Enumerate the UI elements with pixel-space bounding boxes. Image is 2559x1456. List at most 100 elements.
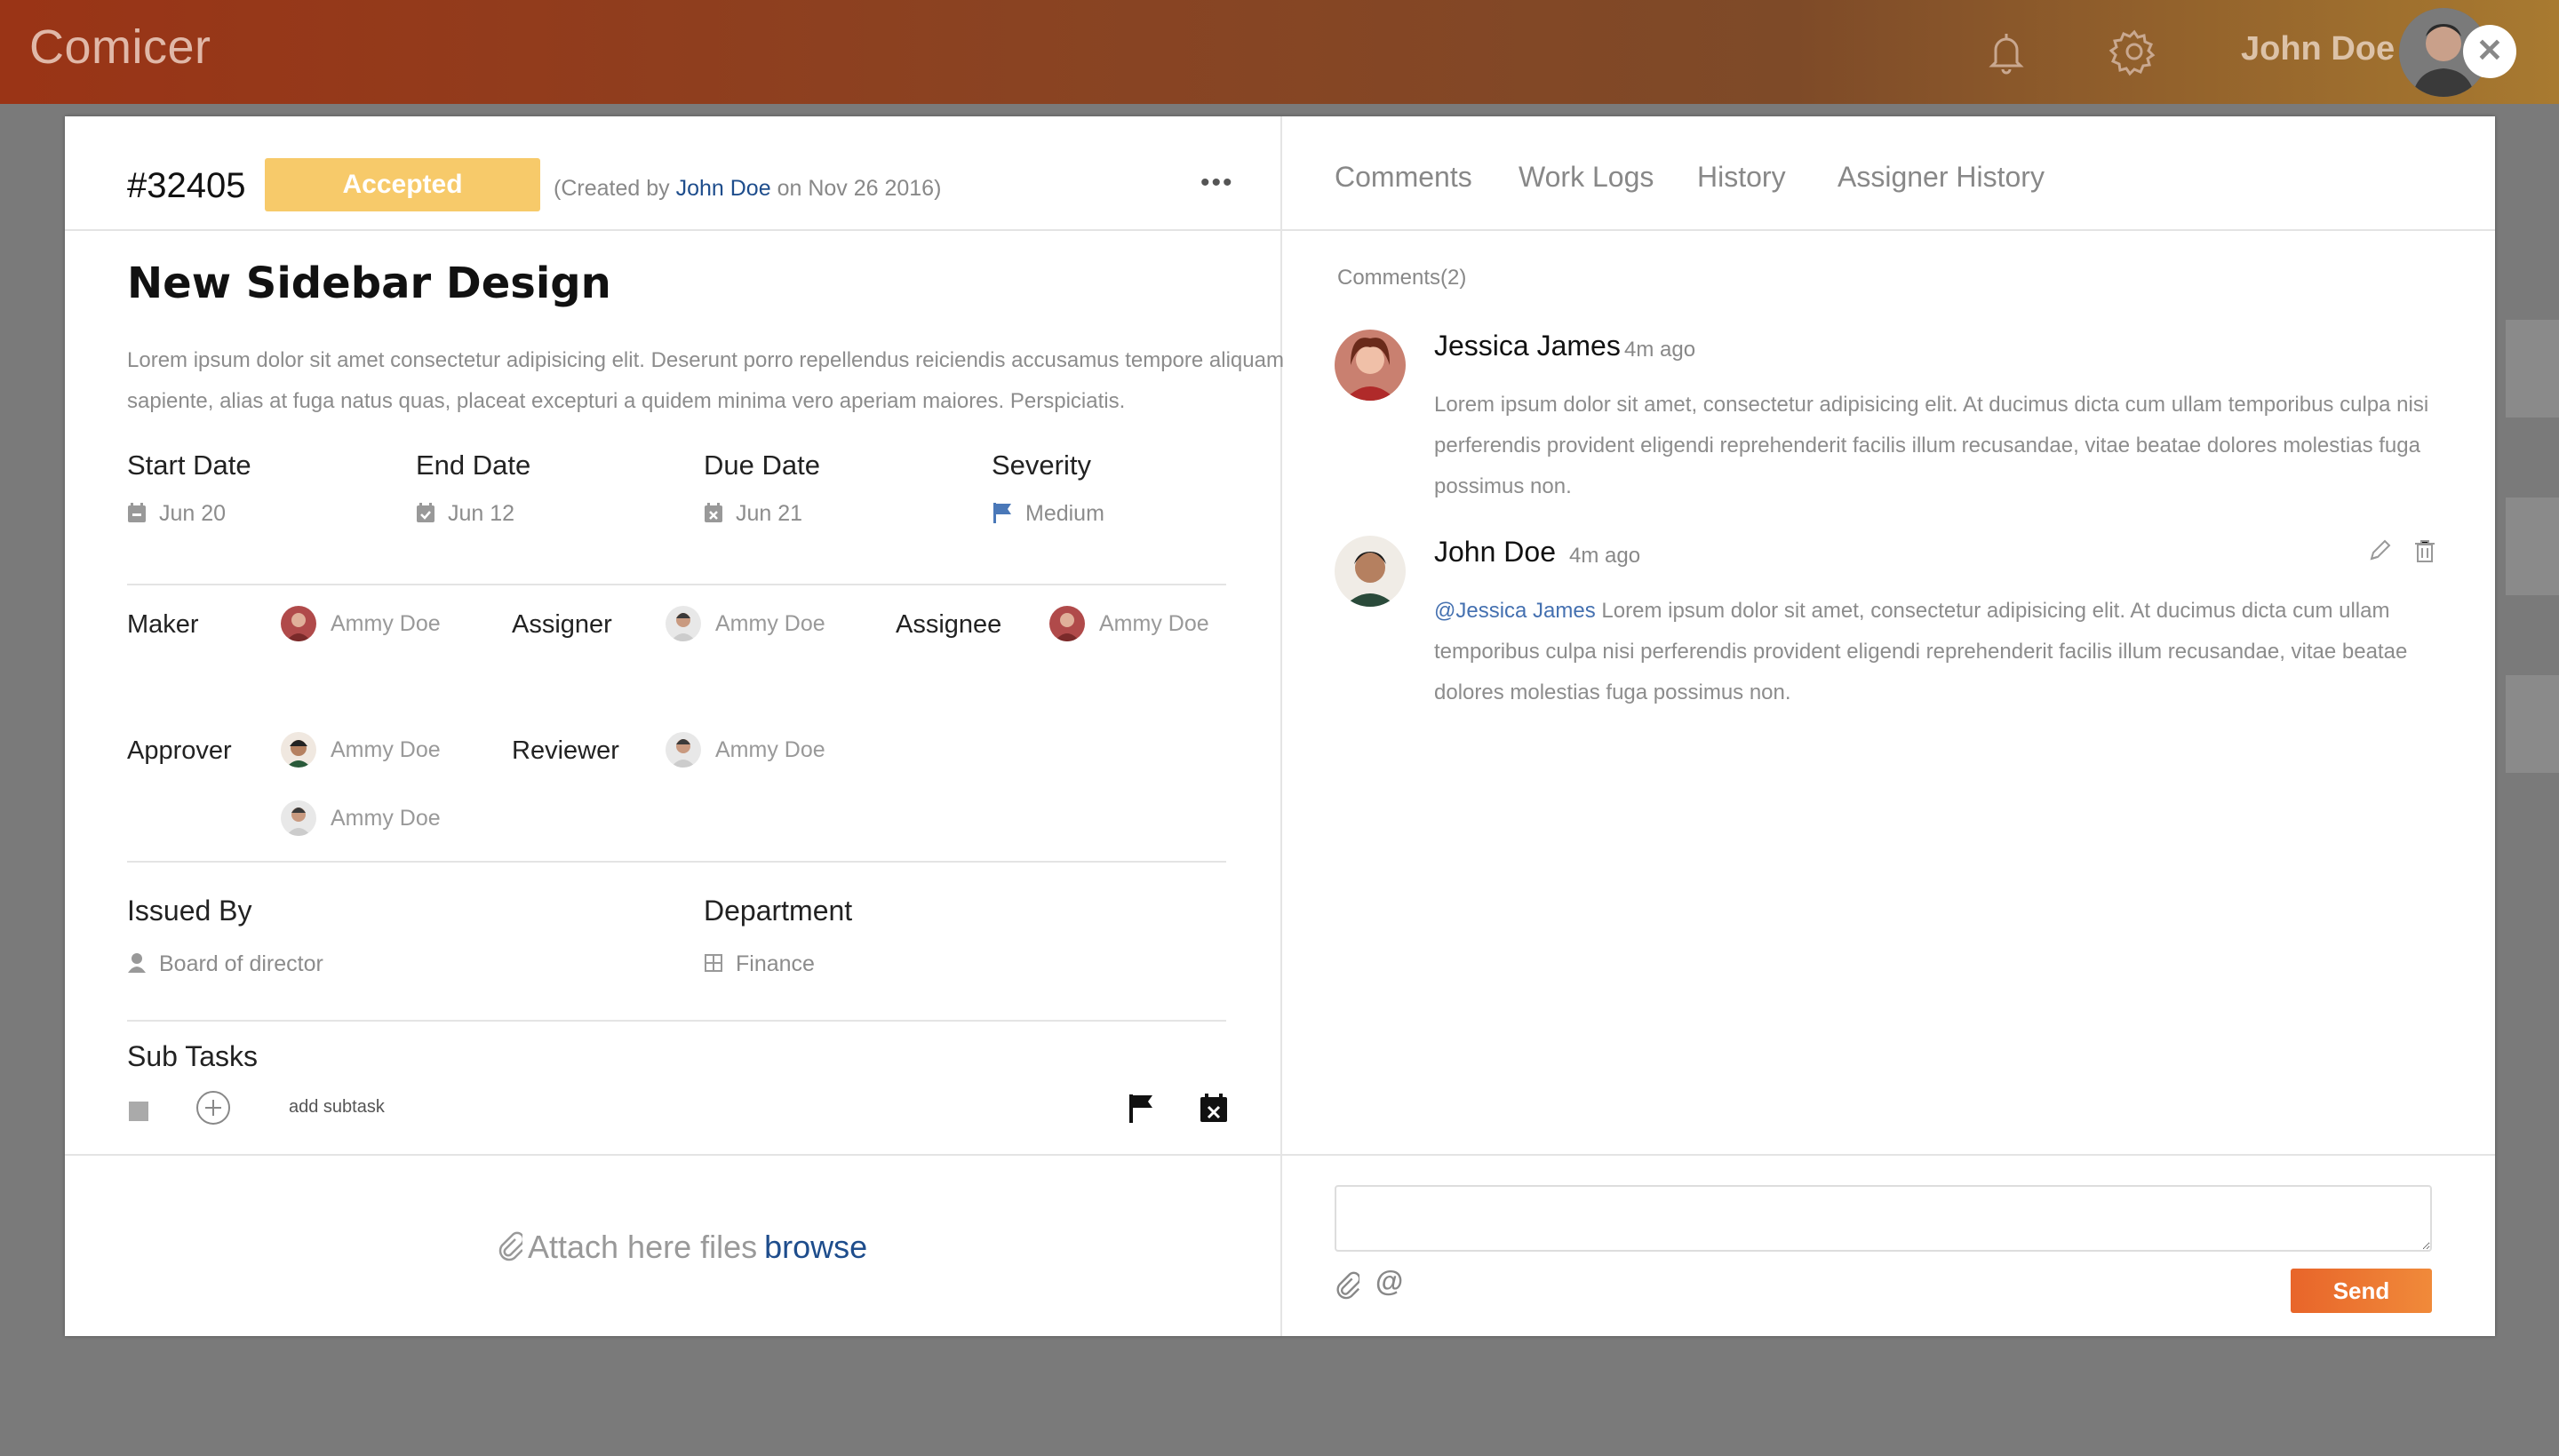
section-divider [127, 1020, 1226, 1022]
task-title: New Sidebar Design [127, 259, 611, 308]
end-date-value[interactable]: Jun 12 [416, 501, 514, 527]
avatar [281, 800, 316, 836]
assignee-label: Assignee [896, 610, 1002, 639]
avatar [666, 606, 701, 641]
subtask-flag-icon[interactable] [1128, 1094, 1156, 1128]
footer-divider [65, 1154, 2495, 1156]
ticket-id: #32405 [127, 166, 246, 205]
issued-by-label: Issued By [127, 895, 252, 927]
attach-icon[interactable] [1335, 1271, 1361, 1304]
bell-icon[interactable] [1980, 25, 2033, 78]
due-date-text: Jun 21 [736, 501, 803, 526]
background-panel [2506, 497, 2559, 595]
comments-count: Comments(2) [1337, 266, 1467, 290]
start-date-label: Start Date [127, 450, 251, 481]
maker-person[interactable]: Ammy Doe [281, 606, 441, 641]
mention-link[interactable]: @Jessica James [1434, 599, 1596, 623]
top-bar: Comicer John Doe ✕ [0, 0, 2559, 104]
background-panel [2506, 675, 2559, 773]
gear-icon[interactable] [2108, 25, 2161, 78]
pencil-icon[interactable] [2368, 539, 2391, 567]
comment-author[interactable]: John Doe [1434, 536, 1556, 569]
due-date-value[interactable]: Jun 21 [704, 501, 802, 527]
comment-text: @Jessica James Lorem ipsum dolor sit ame… [1434, 591, 2434, 713]
paperclip-icon [498, 1231, 525, 1261]
comment-time: 4m ago [1569, 544, 1641, 568]
avatar [666, 732, 701, 768]
tab-assigner-history[interactable]: Assigner History [1838, 161, 2045, 194]
tab-comments[interactable]: Comments [1335, 161, 1472, 194]
flag-icon [993, 503, 1011, 523]
assignee-name: Ammy Doe [1099, 610, 1209, 636]
reviewer-label: Reviewer [512, 736, 619, 765]
issued-by-text: Board of director [159, 951, 323, 976]
end-date-text: Jun 12 [448, 501, 515, 526]
created-suffix: on Nov 26 2016) [777, 176, 942, 201]
task-description: Lorem ipsum dolor sit amet consectetur a… [127, 348, 1284, 413]
avatar [281, 732, 316, 768]
approver-name: Ammy Doe [331, 805, 441, 831]
start-date-value[interactable]: Jun 20 [127, 501, 226, 527]
severity-value[interactable]: Medium [992, 501, 1104, 527]
approver-name: Ammy Doe [331, 736, 441, 762]
assigner-person[interactable]: Ammy Doe [666, 606, 825, 641]
assigner-name: Ammy Doe [715, 610, 825, 636]
subtask-checkbox[interactable] [129, 1102, 148, 1121]
maker-label: Maker [127, 610, 199, 639]
tab-history[interactable]: History [1697, 161, 1786, 194]
section-divider [127, 861, 1226, 863]
approver-person[interactable]: Ammy Doe [281, 800, 441, 836]
trash-icon[interactable] [2414, 539, 2435, 567]
browse-link[interactable]: browse [764, 1229, 867, 1265]
issued-by-value[interactable]: Board of director [127, 951, 323, 977]
user-name[interactable]: John Doe [2241, 30, 2395, 68]
attach-zone[interactable]: Attach here files browse [498, 1229, 867, 1266]
add-subtask-icon[interactable] [195, 1090, 231, 1126]
background-panel [2506, 320, 2559, 418]
calendar-minus-icon [128, 503, 146, 522]
comment-text: Lorem ipsum dolor sit amet, consectetur … [1434, 393, 2429, 498]
start-date-text: Jun 20 [159, 501, 227, 526]
status-badge[interactable]: Accepted [265, 158, 540, 211]
department-value[interactable]: Finance [704, 951, 815, 977]
calendar-check-icon [417, 503, 434, 522]
avatar [1049, 606, 1085, 641]
attach-text: Attach here files [528, 1229, 758, 1265]
brand-logo[interactable]: Comicer [29, 20, 211, 75]
calendar-x-icon [705, 503, 722, 522]
created-prefix: (Created by [554, 176, 670, 201]
reviewer-person[interactable]: Ammy Doe [666, 732, 825, 768]
created-info: (Created by John Doe on Nov 26 2016) [554, 176, 941, 202]
reviewer-name: Ammy Doe [715, 736, 825, 762]
comment-author[interactable]: Jessica James [1434, 330, 1621, 362]
avatar [281, 606, 316, 641]
assigner-label: Assigner [512, 610, 612, 639]
subtasks-label: Sub Tasks [127, 1040, 259, 1072]
maker-name: Ammy Doe [331, 610, 441, 636]
user-icon [128, 953, 146, 973]
approver-label: Approver [127, 736, 232, 765]
avatar[interactable] [1335, 536, 1406, 607]
creator-link[interactable]: John Doe [676, 176, 771, 201]
mention-icon[interactable]: @ [1375, 1265, 1403, 1298]
add-subtask-input[interactable]: add subtask [289, 1097, 385, 1118]
department-text: Finance [736, 951, 815, 976]
department-label: Department [704, 895, 853, 927]
send-button[interactable]: Send [2291, 1269, 2432, 1313]
assignee-person[interactable]: Ammy Doe [1049, 606, 1209, 641]
tab-work-logs[interactable]: Work Logs [1519, 161, 1654, 194]
end-date-label: End Date [416, 450, 531, 481]
approver-person[interactable]: Ammy Doe [281, 732, 441, 768]
severity-text: Medium [1025, 501, 1104, 526]
header-divider [65, 229, 2495, 231]
avatar[interactable] [1335, 330, 1406, 401]
comment-time: 4m ago [1624, 338, 1696, 362]
due-date-label: Due Date [704, 450, 820, 481]
subtask-due-date-icon[interactable] [1200, 1093, 1228, 1127]
severity-label: Severity [992, 450, 1091, 481]
comment-input[interactable] [1335, 1185, 2432, 1252]
section-divider [127, 584, 1226, 585]
close-button[interactable]: ✕ [2463, 25, 2516, 78]
grid-icon [705, 954, 722, 972]
more-options-icon[interactable]: ••• [1200, 168, 1234, 198]
